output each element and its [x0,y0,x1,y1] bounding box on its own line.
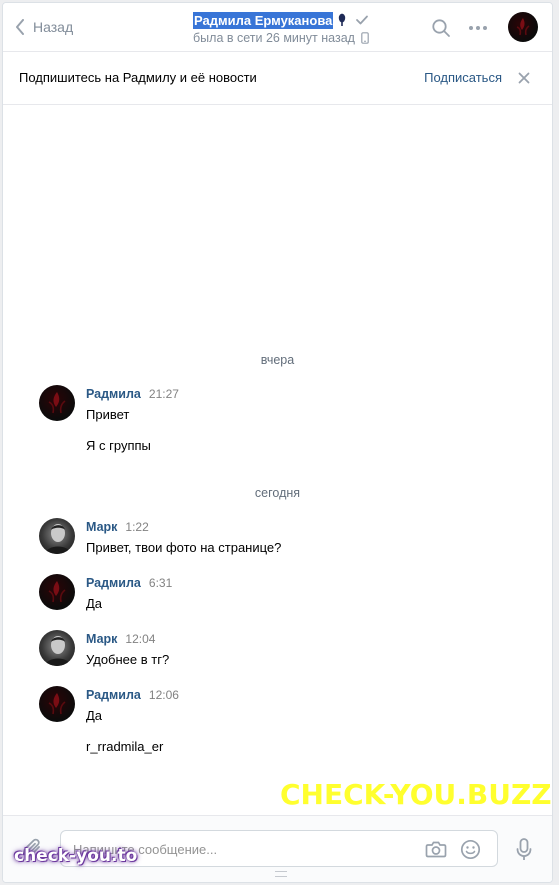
watermark-big: CHECK-YOU.BUZZ [280,778,552,811]
message-author[interactable]: Радмила [86,576,141,590]
message-time[interactable]: 21:27 [149,387,179,401]
message-author[interactable]: Радмила [86,387,141,401]
avatar-mark[interactable] [39,518,75,554]
message-author[interactable]: Марк [86,632,117,646]
peer-info[interactable]: Радмила Ермуканова была в сети 26 минут … [193,11,393,45]
day-separator-yesterday: вчера [260,353,295,367]
close-icon[interactable] [518,72,530,84]
day-separator-today: сегодня [254,486,301,500]
mobile-icon [361,32,369,44]
subscribe-bar: Подпишитесь на Радмилу и её новости Подп… [3,53,552,105]
chat-header: Назад Радмила Ермуканова была в сети 26 … [3,3,552,52]
emoji-icon[interactable] [460,839,481,860]
rose-icon [48,581,66,603]
search-icon[interactable] [431,18,451,38]
message-text: Привет [86,407,130,422]
message-text: r_rradmila_er [86,739,164,754]
peer-avatar[interactable] [508,12,538,42]
back-label: Назад [33,19,74,35]
watermark-small: check-you.to [14,846,138,866]
message-text: Я с группы [86,438,151,453]
subscribe-text: Подпишитесь на Радмилу и её новости [19,70,257,85]
avatar-radmila[interactable] [39,385,75,421]
subscribe-button[interactable]: Подписаться [424,70,502,85]
rose-icon [48,693,66,715]
resize-grip[interactable] [275,871,287,877]
message-time[interactable]: 12:06 [149,688,179,702]
more-icon[interactable] [468,25,488,31]
message-text: Привет, твои фото на странице? [86,540,282,555]
camera-icon[interactable] [425,839,447,859]
user-photo-icon [45,524,71,554]
microphone-emoji-icon [339,13,346,26]
chevron-left-icon [16,19,24,35]
message-author[interactable]: Марк [86,520,117,534]
rose-icon [516,18,530,36]
message-text: Да [86,708,103,723]
rose-icon [48,392,66,414]
message-time[interactable]: 12:04 [125,632,155,646]
message-text: Да [86,596,103,611]
avatar-mark[interactable] [39,630,75,666]
avatar-radmila[interactable] [39,686,75,722]
user-photo-icon [45,636,71,666]
avatar-radmila[interactable] [39,574,75,610]
microphone-icon[interactable] [516,838,532,862]
message-author[interactable]: Радмила [86,688,141,702]
peer-name[interactable]: Радмила Ермуканова [193,11,334,29]
message-time[interactable]: 1:22 [125,520,148,534]
chat-window: Назад Радмила Ермуканова была в сети 26 … [2,2,553,883]
peer-status: была в сети 26 минут назад [193,31,355,45]
back-button[interactable]: Назад [15,17,73,37]
message-text: Удобнее в тг? [86,652,170,667]
message-time[interactable]: 6:31 [149,576,172,590]
verified-check-icon [356,15,369,25]
